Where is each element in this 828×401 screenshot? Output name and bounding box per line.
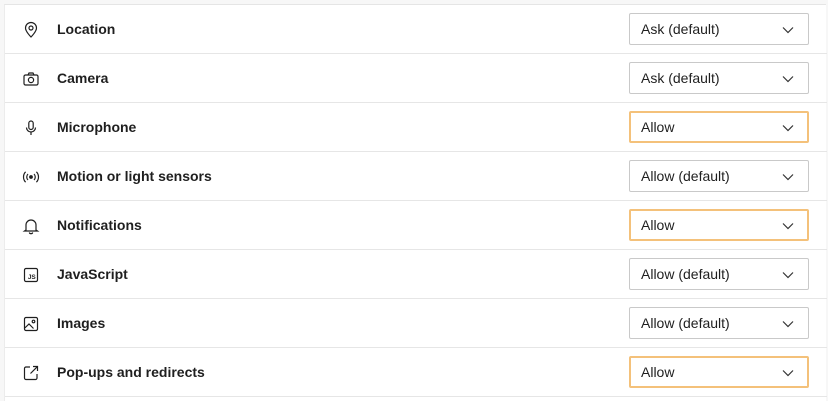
select-value: Ask (default) (641, 70, 720, 86)
select-value: Allow (default) (641, 168, 730, 184)
permission-label: Motion or light sensors (57, 168, 212, 184)
permission-row-camera: Camera Ask (default) (5, 54, 827, 103)
chevron-down-icon (782, 122, 794, 134)
select-value: Ask (default) (641, 21, 720, 37)
location-icon (22, 21, 40, 39)
permission-label: Location (57, 21, 116, 37)
site-permissions-panel: Location Ask (default) Camera Ask (defau… (4, 4, 827, 401)
permission-select-camera[interactable]: Ask (default) (629, 62, 809, 94)
permission-select-microphone[interactable]: Allow (629, 111, 809, 143)
chevron-down-icon (782, 269, 794, 281)
image-icon (22, 315, 40, 333)
permission-select-location[interactable]: Ask (default) (629, 13, 809, 45)
permission-select-images[interactable]: Allow (default) (629, 307, 809, 339)
permission-row-notifications: Notifications Allow (5, 201, 827, 250)
permission-row-popups: Pop-ups and redirects Allow (5, 348, 827, 397)
popup-icon (22, 364, 40, 382)
chevron-down-icon (782, 367, 794, 379)
chevron-down-icon (782, 220, 794, 232)
chevron-down-icon (782, 24, 794, 36)
permission-row-microphone: Microphone Allow (5, 103, 827, 152)
select-value: Allow (641, 119, 675, 135)
sensors-icon (22, 168, 40, 186)
permission-label: JavaScript (57, 266, 128, 282)
permission-row-javascript: JS JavaScript Allow (default) (5, 250, 827, 299)
camera-icon (22, 70, 40, 88)
permission-label: Images (57, 315, 106, 331)
svg-text:JS: JS (28, 274, 37, 281)
permission-row-sensors: Motion or light sensors Allow (default) (5, 152, 827, 201)
bell-icon (22, 217, 40, 235)
select-value: Allow (641, 217, 675, 233)
permission-row-location: Location Ask (default) (5, 5, 827, 54)
chevron-down-icon (782, 171, 794, 183)
select-value: Allow (default) (641, 266, 730, 282)
javascript-icon: JS (22, 266, 40, 284)
chevron-down-icon (782, 73, 794, 85)
permission-select-javascript[interactable]: Allow (default) (629, 258, 809, 290)
permission-label: Camera (57, 70, 109, 86)
permission-row-images: Images Allow (default) (5, 299, 827, 348)
permission-select-notifications[interactable]: Allow (629, 209, 809, 241)
microphone-icon (22, 119, 40, 137)
chevron-down-icon (782, 318, 794, 330)
select-value: Allow (641, 364, 675, 380)
permission-label: Microphone (57, 119, 137, 135)
permission-select-sensors[interactable]: Allow (default) (629, 160, 809, 192)
select-value: Allow (default) (641, 315, 730, 331)
permission-select-popups[interactable]: Allow (629, 356, 809, 388)
permission-label: Notifications (57, 217, 142, 233)
permission-label: Pop-ups and redirects (57, 364, 205, 380)
